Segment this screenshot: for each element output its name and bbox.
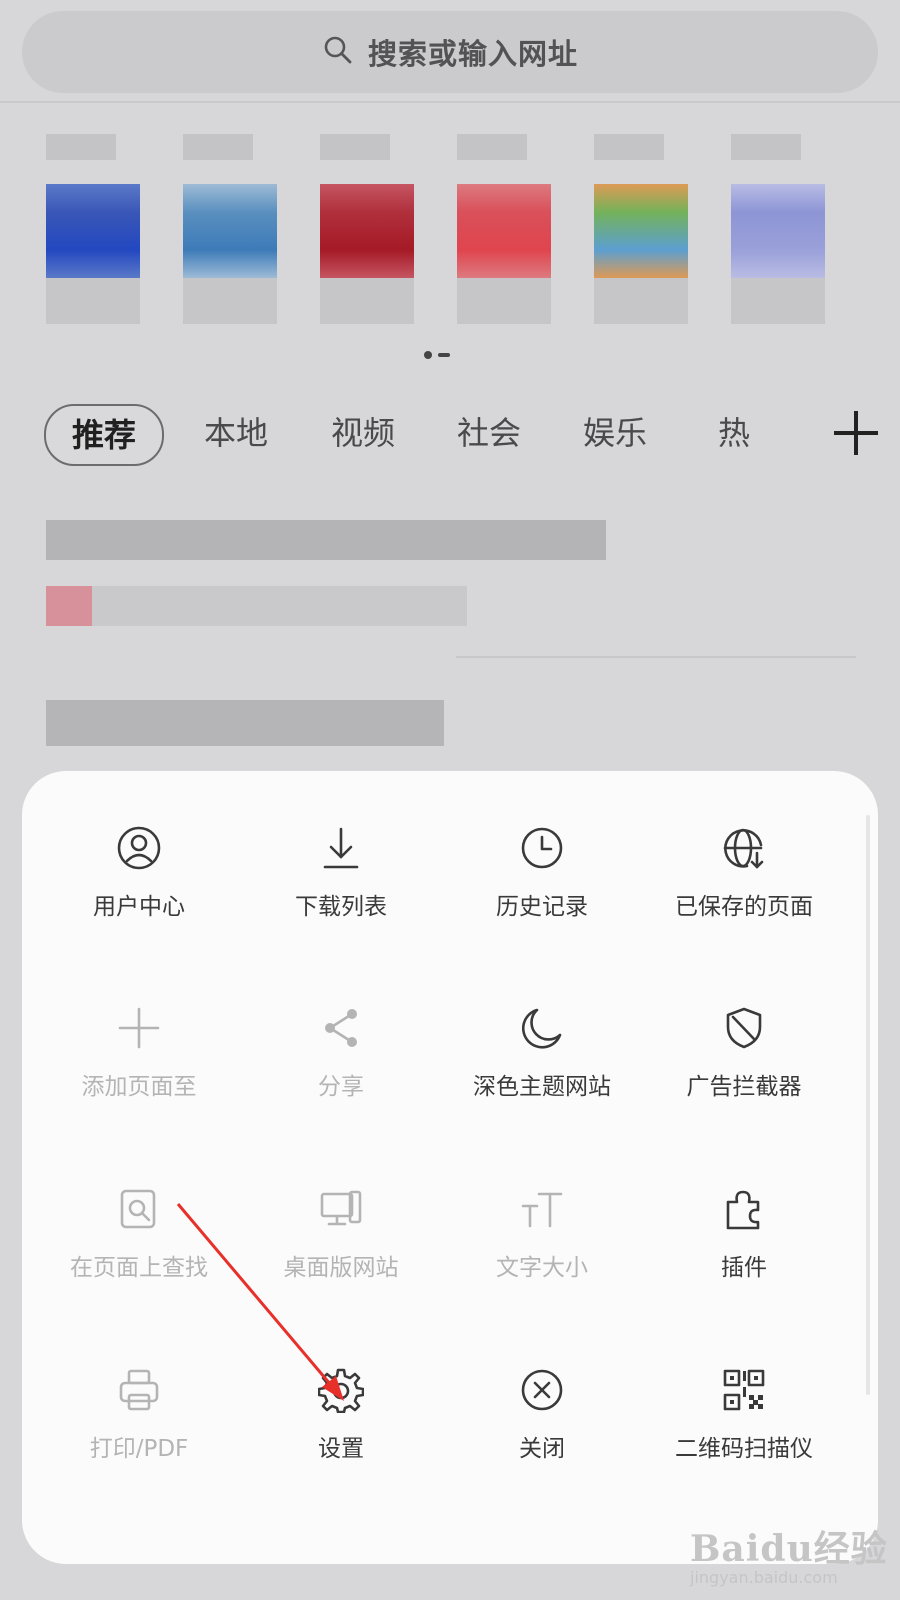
download-icon bbox=[318, 825, 364, 871]
share-icon bbox=[318, 1005, 364, 1051]
baidu-watermark: Baidu经验 jingyan.baidu.com bbox=[690, 1520, 888, 1587]
menu-item-label: 文字大小 bbox=[496, 1255, 588, 1281]
add-tab-icon[interactable] bbox=[830, 407, 882, 459]
tab-hot[interactable]: 热 bbox=[718, 404, 750, 462]
menu-item-label: 分享 bbox=[318, 1074, 364, 1100]
shortcut-tile[interactable] bbox=[457, 128, 551, 326]
shortcut-label-blurred bbox=[46, 134, 116, 160]
shortcut-caption-blurred bbox=[731, 278, 825, 324]
watermark-brand: Baidu经验 bbox=[690, 1528, 888, 1570]
menu-item-plus[interactable]: 添加页面至 bbox=[36, 985, 242, 1125]
user-center-icon bbox=[116, 825, 162, 871]
menu-item-user-center[interactable]: 用户中心 bbox=[36, 805, 242, 945]
plus-icon bbox=[116, 1005, 162, 1051]
tab-entertainment[interactable]: 娱乐 bbox=[583, 404, 647, 462]
menu-item-label: 二维码扫描仪 bbox=[675, 1436, 813, 1462]
menu-item-label: 桌面版网站 bbox=[283, 1255, 399, 1281]
shortcut-tile[interactable] bbox=[183, 128, 277, 326]
news-headline-blurred bbox=[46, 520, 606, 560]
shortcut-tile[interactable] bbox=[594, 128, 688, 326]
menu-item-label: 设置 bbox=[318, 1436, 364, 1462]
menu-item-label: 插件 bbox=[721, 1255, 767, 1281]
menu-item-label: 下载列表 bbox=[295, 894, 387, 920]
history-clock-icon bbox=[519, 825, 565, 871]
menu-item-label: 已保存的页面 bbox=[675, 894, 813, 920]
shortcut-caption-blurred bbox=[46, 278, 140, 324]
tab-recommended[interactable]: 推荐 bbox=[44, 404, 165, 466]
shortcut-caption-blurred bbox=[183, 278, 277, 324]
menu-item-label: 历史记录 bbox=[496, 894, 588, 920]
shortcut-icon-blurred bbox=[46, 184, 140, 278]
shortcut-label-blurred bbox=[457, 134, 527, 160]
menu-item-history-clock[interactable]: 历史记录 bbox=[439, 805, 645, 945]
top-divider bbox=[0, 101, 900, 103]
find-in-page-icon bbox=[116, 1186, 162, 1232]
page-indicator bbox=[424, 351, 450, 359]
menu-item-text-size[interactable]: 文字大小 bbox=[439, 1166, 645, 1306]
shortcut-icon-blurred bbox=[320, 184, 414, 278]
menu-item-shield[interactable]: 广告拦截器 bbox=[641, 985, 847, 1125]
menu-item-puzzle-plugin[interactable]: 插件 bbox=[641, 1166, 847, 1306]
news-tabs: 推荐 本地 视频 社会 娱乐 热 bbox=[44, 404, 878, 466]
menu-item-label: 深色主题网站 bbox=[473, 1074, 611, 1100]
shortcut-icon-blurred bbox=[731, 184, 825, 278]
moon-icon bbox=[519, 1005, 565, 1051]
tab-society[interactable]: 社会 bbox=[457, 404, 521, 462]
shortcut-label-blurred bbox=[183, 134, 253, 160]
menu-scrollbar[interactable] bbox=[866, 815, 870, 1395]
tab-local[interactable]: 本地 bbox=[204, 404, 268, 462]
shield-icon bbox=[721, 1005, 767, 1051]
menu-item-saved-page-globe[interactable]: 已保存的页面 bbox=[641, 805, 847, 945]
shortcut-caption-blurred bbox=[320, 278, 414, 324]
menu-item-label: 关闭 bbox=[519, 1436, 565, 1462]
menu-item-gear[interactable]: 设置 bbox=[238, 1347, 444, 1487]
news-tag-blurred bbox=[46, 586, 92, 626]
puzzle-plugin-icon bbox=[721, 1186, 767, 1232]
gear-icon bbox=[317, 1367, 365, 1414]
menu-item-label: 打印/PDF bbox=[89, 1436, 189, 1462]
saved-page-globe-icon bbox=[721, 825, 767, 871]
menu-item-printer[interactable]: 打印/PDF bbox=[36, 1347, 242, 1487]
shortcut-label-blurred bbox=[594, 134, 664, 160]
search-placeholder: 搜索或输入网址 bbox=[367, 37, 578, 71]
qr-code-icon bbox=[721, 1367, 767, 1413]
shortcut-icon-blurred bbox=[594, 184, 688, 278]
desktop-icon bbox=[318, 1186, 364, 1232]
menu-item-label: 广告拦截器 bbox=[686, 1074, 802, 1100]
menu-item-share[interactable]: 分享 bbox=[238, 985, 444, 1125]
shortcut-icon-blurred bbox=[457, 184, 551, 278]
shortcut-label-blurred bbox=[320, 134, 390, 160]
printer-icon bbox=[116, 1367, 162, 1413]
news-source-blurred bbox=[92, 586, 467, 626]
shortcut-tile[interactable] bbox=[320, 128, 414, 326]
menu-item-find-in-page[interactable]: 在页面上查找 bbox=[36, 1166, 242, 1306]
text-size-icon bbox=[519, 1186, 565, 1232]
news-headline-blurred-2 bbox=[46, 700, 444, 746]
tab-video[interactable]: 视频 bbox=[331, 404, 395, 462]
menu-item-label: 用户中心 bbox=[93, 894, 185, 920]
menu-item-qr-code[interactable]: 二维码扫描仪 bbox=[641, 1347, 847, 1487]
shortcut-caption-blurred bbox=[594, 278, 688, 324]
menu-item-label: 在页面上查找 bbox=[70, 1255, 208, 1281]
shortcut-tile[interactable] bbox=[46, 128, 140, 326]
shortcut-caption-blurred bbox=[457, 278, 551, 324]
shortcut-label-blurred bbox=[731, 134, 801, 160]
menu-item-moon[interactable]: 深色主题网站 bbox=[439, 985, 645, 1125]
search-icon bbox=[322, 34, 354, 70]
shortcut-icon-blurred bbox=[183, 184, 277, 278]
menu-item-desktop[interactable]: 桌面版网站 bbox=[238, 1166, 444, 1306]
menu-item-close-circle[interactable]: 关闭 bbox=[439, 1347, 645, 1487]
close-circle-icon bbox=[519, 1367, 565, 1413]
search-bar[interactable]: 搜索或输入网址 bbox=[22, 11, 878, 93]
menu-item-label: 添加页面至 bbox=[81, 1074, 197, 1100]
browser-menu-sheet: 用户中心 下载列表 历史记录 已保存的页面添加页面至 分享 深色主题网站 广告拦截器在页面上… bbox=[22, 771, 878, 1564]
news-divider bbox=[456, 656, 856, 658]
shortcut-tile[interactable] bbox=[731, 128, 825, 326]
menu-item-download[interactable]: 下载列表 bbox=[238, 805, 444, 945]
